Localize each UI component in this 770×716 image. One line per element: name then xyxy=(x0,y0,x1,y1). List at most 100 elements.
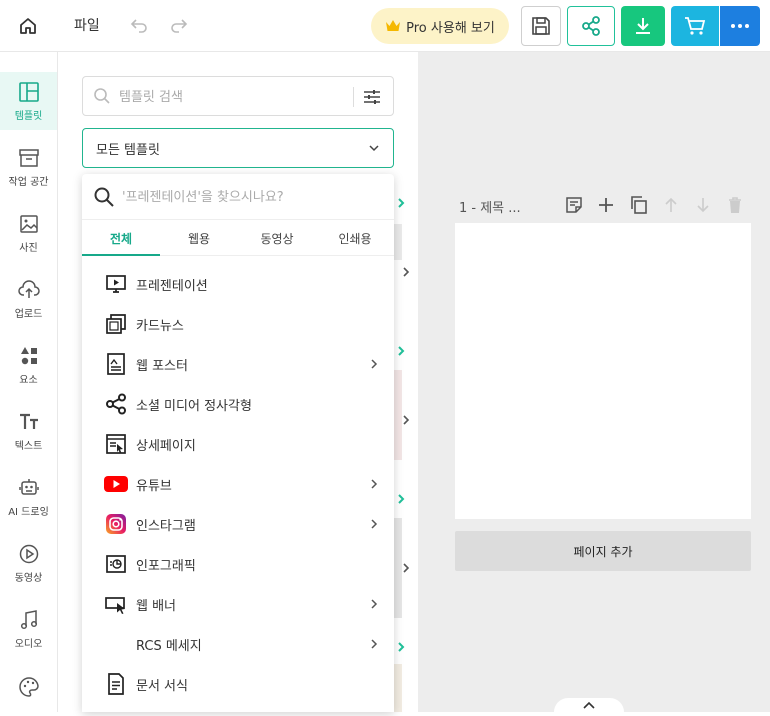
sidebar-item-label: 요소 xyxy=(19,374,38,386)
list-item-infographic[interactable]: 인포그래픽 xyxy=(82,544,394,584)
sidebar-item-label: 템플릿 xyxy=(14,110,43,122)
list-item-document[interactable]: 문서 서식 xyxy=(82,664,394,704)
palette-icon xyxy=(18,677,39,697)
chevron-up-icon xyxy=(583,701,595,709)
list-item-label: 유튜브 xyxy=(136,479,172,494)
list-item-youtube[interactable]: 유튜브 xyxy=(82,464,394,504)
list-item-label: 웹 포스터 xyxy=(136,359,188,374)
chevron-right-icon[interactable] xyxy=(400,265,412,279)
redo-button[interactable] xyxy=(168,14,190,36)
chevron-right-icon[interactable] xyxy=(395,196,407,210)
template-search-input[interactable] xyxy=(119,88,339,106)
delete-page-button[interactable] xyxy=(724,194,746,216)
filter-sliders-icon[interactable] xyxy=(363,88,381,106)
top-bar: 파일 Pro 사용해 보기 xyxy=(0,0,770,52)
list-item-label: 문서 서식 xyxy=(136,679,188,694)
popup-search-box xyxy=(82,174,394,220)
list-item-web-poster[interactable]: 웹 포스터 xyxy=(82,344,394,384)
list-item-label: 카드뉴스 xyxy=(136,319,184,334)
sidebar-item-elements[interactable]: 요소 xyxy=(0,336,57,394)
add-page-button[interactable] xyxy=(595,194,617,216)
sidebar-item-photos[interactable]: 사진 xyxy=(0,204,57,262)
sidebar-item-label: 오디오 xyxy=(14,638,43,650)
move-page-up-button[interactable] xyxy=(660,194,682,216)
detail-page-icon xyxy=(104,432,128,456)
chevron-right-icon[interactable] xyxy=(395,492,407,506)
file-menu[interactable]: 파일 xyxy=(74,14,100,36)
infographic-icon xyxy=(104,552,128,576)
sidebar-item-upload[interactable]: 업로드 xyxy=(0,270,57,328)
editor-canvas: 1 - 제목 ... 페이지 추가 xyxy=(418,52,770,712)
more-button[interactable] xyxy=(720,6,760,46)
move-page-down-button[interactable] xyxy=(692,194,714,216)
chevron-right-icon[interactable] xyxy=(395,640,407,654)
page-title[interactable]: 1 - 제목 ... xyxy=(459,197,521,216)
add-page-bar-button[interactable]: 페이지 추가 xyxy=(455,531,751,571)
list-item-label: 소셜 미디어 정사각형 xyxy=(136,399,252,414)
save-button[interactable] xyxy=(521,6,561,46)
instagram-icon xyxy=(104,512,128,536)
web-banner-icon xyxy=(104,592,128,616)
search-icon xyxy=(94,187,114,207)
text-icon xyxy=(19,413,38,429)
list-item-detail-page[interactable]: 상세페이지 xyxy=(82,424,394,464)
list-item-label: 인포그래픽 xyxy=(136,559,196,574)
card-news-icon xyxy=(104,312,128,336)
sidebar-item-video[interactable]: 동영상 xyxy=(0,534,57,592)
chevron-right-icon xyxy=(371,479,378,489)
web-poster-icon xyxy=(104,352,128,376)
plus-icon xyxy=(599,198,613,212)
upload-cloud-icon xyxy=(17,279,40,298)
template-search-box xyxy=(82,76,394,116)
sidebar-item-templates[interactable]: 템플릿 xyxy=(0,72,57,130)
template-thumbnail-edge[interactable] xyxy=(394,224,402,260)
list-item-presentation[interactable]: 프레젠테이션 xyxy=(82,264,394,304)
sidebar-item-text[interactable]: 텍스트 xyxy=(0,402,57,460)
list-item-card-news[interactable]: 카드뉴스 xyxy=(82,304,394,344)
image-icon xyxy=(19,214,38,233)
download-button[interactable] xyxy=(621,6,665,46)
sidebar-item-label: 텍스트 xyxy=(14,440,43,452)
sidebar-item-label: AI 드로잉 xyxy=(8,506,49,518)
page-note-button[interactable] xyxy=(563,194,585,216)
template-category-select[interactable]: 모든 템플릿 xyxy=(82,128,394,168)
crown-icon xyxy=(386,20,401,31)
duplicate-page-button[interactable] xyxy=(628,194,650,216)
collapse-toggle[interactable] xyxy=(554,698,624,712)
cart-button[interactable] xyxy=(671,6,719,46)
home-button[interactable] xyxy=(12,10,44,42)
tab-all[interactable]: 전체 xyxy=(82,222,160,256)
sidebar-item-audio[interactable]: 오디오 xyxy=(0,600,57,658)
chevron-right-icon[interactable] xyxy=(395,344,407,358)
undo-button[interactable] xyxy=(128,14,150,36)
redo-icon xyxy=(171,19,188,33)
list-item-label: 프레젠테이션 xyxy=(136,279,208,294)
tab-video[interactable]: 동영상 xyxy=(238,222,316,255)
undo-icon xyxy=(130,19,147,33)
sidebar-item-ai-drawing[interactable]: AI 드로잉 xyxy=(0,468,57,526)
pro-trial-button[interactable]: Pro 사용해 보기 xyxy=(371,8,509,44)
list-item-instagram[interactable]: 인스타그램 xyxy=(82,504,394,544)
list-item-rcs-message[interactable]: RCS 메세지 xyxy=(82,624,394,664)
template-thumbnail-edge[interactable] xyxy=(394,664,402,712)
chevron-right-icon xyxy=(371,359,378,369)
trash-icon xyxy=(729,197,741,213)
list-item-social-square[interactable]: 소셜 미디어 정사각형 xyxy=(82,384,394,424)
search-divider xyxy=(353,87,354,107)
social-share-icon xyxy=(104,392,128,416)
note-icon xyxy=(566,197,582,213)
template-thumbnail-edge[interactable] xyxy=(394,518,402,618)
canvas-page[interactable] xyxy=(455,223,751,519)
sidebar-item-label: 사진 xyxy=(19,242,38,254)
tab-web[interactable]: 웹용 xyxy=(160,222,238,255)
template-category-value: 모든 템플릿 xyxy=(96,142,160,158)
presentation-icon xyxy=(104,272,128,296)
list-item-web-banner[interactable]: 웹 배너 xyxy=(82,584,394,624)
sidebar-item-workspace[interactable]: 작업 공간 xyxy=(0,138,57,196)
shapes-icon xyxy=(20,346,37,364)
share-button[interactable] xyxy=(567,6,615,46)
template-thumbnail-edge[interactable] xyxy=(394,370,402,460)
popup-search-input[interactable] xyxy=(122,188,372,206)
sidebar-item-palette[interactable] xyxy=(0,658,57,716)
tab-print[interactable]: 인쇄용 xyxy=(316,222,394,255)
